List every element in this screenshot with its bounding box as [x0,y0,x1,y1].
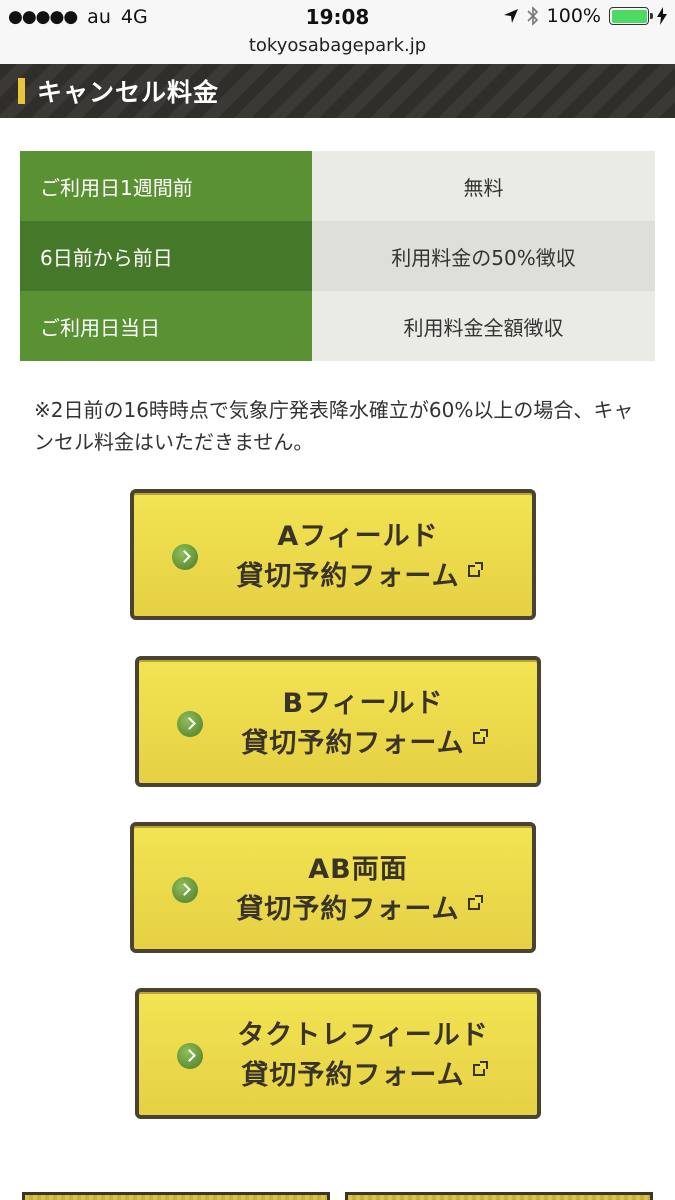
button-label: AB両面 貸切予約フォーム [194,850,522,930]
rain-cancel-note: ※2日前の16時時点で気象庁発表降水確立が60%以上の場合、キャンセル料金はいた… [34,398,634,454]
url-bar[interactable]: tokyosabagepark.jp [0,34,675,64]
button-label-line1: AB両面 [308,854,408,885]
table-row: 6日前から前日 利用料金の50%徴収 [20,221,655,291]
button-label-line1: Aフィールド [277,521,439,552]
table-row: ご利用日1週間前 無料 [20,151,655,221]
fee-value: 無料 [312,151,655,221]
a-field-reservation-button[interactable]: Aフィールド 貸切予約フォーム [130,489,536,620]
fee-value: 利用料金の50%徴収 [312,221,655,291]
section-title: キャンセル料金 [37,78,220,107]
bottom-banner-left[interactable] [22,1192,330,1200]
location-arrow-icon [503,9,518,23]
bluetooth-icon [527,6,538,26]
table-row: ご利用日当日 利用料金全額徴収 [20,291,655,361]
section-header: キャンセル料金 [0,64,675,118]
fee-period-label: ご利用日当日 [20,291,312,361]
button-label: Bフィールド 貸切予約フォーム [199,684,527,764]
button-label-line2: 貸切予約フォーム [241,1060,465,1091]
external-link-icon [467,895,483,910]
charging-bolt-icon [657,7,667,25]
battery-icon [609,7,653,25]
button-label-line1: タクトレフィールド [237,1020,489,1051]
button-label: Aフィールド 貸切予約フォーム [194,517,522,597]
cancel-fee-table: ご利用日1週間前 無料 6日前から前日 利用料金の50%徴収 ご利用日当日 利用… [20,151,655,361]
ab-field-reservation-button[interactable]: AB両面 貸切予約フォーム [130,822,536,953]
fee-period-label: 6日前から前日 [20,221,312,291]
b-field-reservation-button[interactable]: Bフィールド 貸切予約フォーム [135,656,541,787]
status-right: 100% [503,5,667,27]
tactrain-field-reservation-button[interactable]: タクトレフィールド 貸切予約フォーム [135,988,541,1119]
url-text: tokyosabagepark.jp [248,35,427,56]
fee-value: 利用料金全額徴収 [312,291,655,361]
external-link-icon [472,1061,488,1076]
external-link-icon [467,562,483,577]
button-label-line2: 貸切予約フォーム [236,561,460,592]
button-label-line1: Bフィールド [282,688,444,719]
status-bar: ●●●●● au 4G 19:08 100% [0,0,675,36]
battery-percent: 100% [546,5,601,27]
bottom-banner-right[interactable] [345,1192,653,1200]
section-accent-bar [18,78,25,104]
button-label-line2: 貸切予約フォーム [236,894,460,925]
button-label: タクトレフィールド 貸切予約フォーム [199,1016,527,1096]
external-link-icon [472,729,488,744]
fee-period-label: ご利用日1週間前 [20,151,312,221]
button-label-line2: 貸切予約フォーム [241,728,465,759]
